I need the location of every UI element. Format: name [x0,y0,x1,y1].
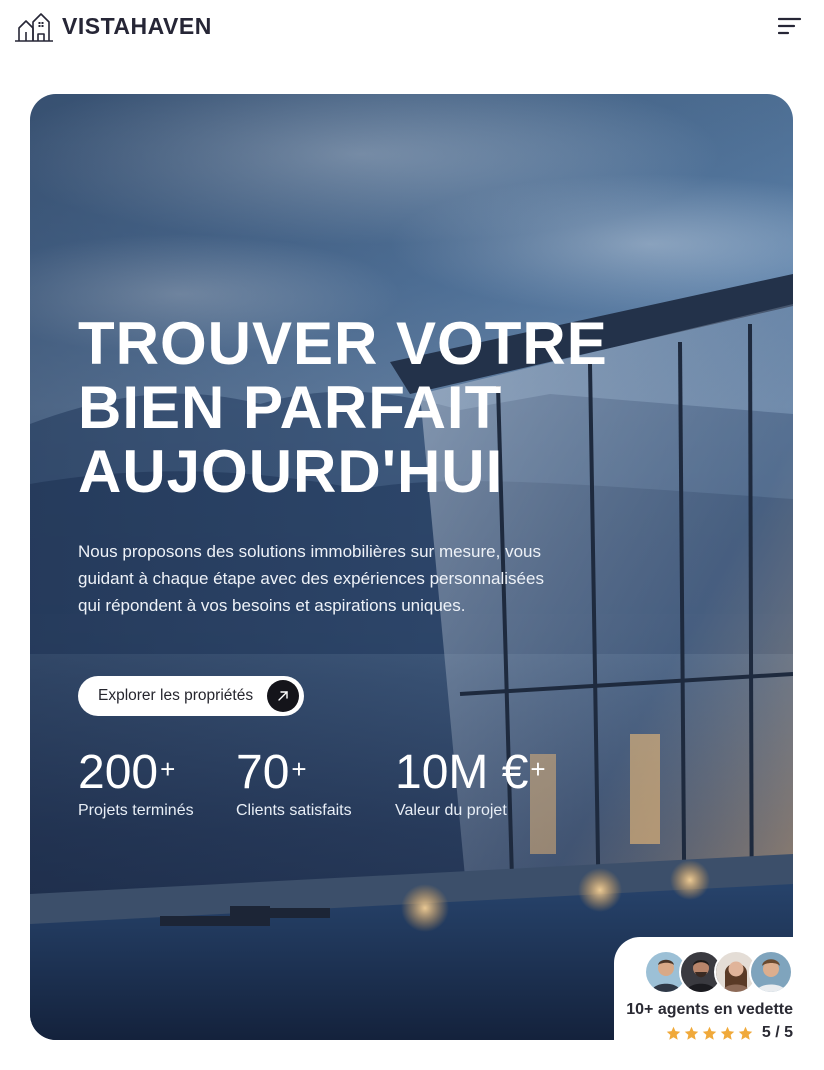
arrow-up-right-icon [267,680,299,712]
brand-name: VISTAHAVEN [62,12,212,39]
stat-project-value: 10M €+ Valeur du projet [395,746,546,820]
hero-description: Nous proposons des solutions immobilière… [78,542,544,615]
stat-label: Clients satisfaits [236,802,352,819]
star-icon [684,1026,699,1040]
stat-number: 200 [78,746,159,799]
hero-title-line: AUJOURD'HUI [78,438,504,505]
stat-value: 70+ [236,746,352,800]
featured-agents-label: 10+ agents en vedette [626,1001,793,1018]
star-icon [666,1026,681,1040]
hero-title-line: TROUVER VOTRE [78,310,608,377]
stat-value: 10M €+ [395,746,546,800]
star-icon [738,1026,753,1040]
stat-value: 200+ [78,746,194,800]
menu-icon [777,17,802,35]
star-icon [702,1026,717,1040]
stat-number: 70 [236,746,290,799]
house-logo-icon [15,13,53,42]
agents-rating: 5 / 5 [600,1022,793,1044]
agent-avatars[interactable] [644,950,794,994]
site-header: VISTAHAVEN [0,0,824,56]
hero-section: TROUVER VOTRE BIEN PARFAIT AUJOURD'HUI N… [30,94,793,1040]
stat-suffix: + [291,754,307,784]
stat-label: Projets terminés [78,802,194,819]
stat-number: 10M € [395,746,529,799]
menu-button[interactable] [777,16,802,36]
explore-properties-label: Explorer les propriétés [98,687,254,704]
brand-logo[interactable]: VISTAHAVEN [14,10,212,42]
avatar [749,950,793,994]
stat-suffix: + [160,754,176,784]
stat-label: Valeur du projet [395,802,507,819]
star-icon [720,1026,735,1040]
hero-title: TROUVER VOTRE BIEN PARFAIT AUJOURD'HUI [78,312,608,504]
rating-value: 5 / 5 [761,1024,793,1041]
stat-suffix: + [530,754,546,784]
stat-projects: 200+ Projets terminés [78,746,194,820]
hero-title-line: BIEN PARFAIT [78,374,503,441]
explore-properties-button[interactable]: Explorer les propriétés [78,676,304,716]
stat-clients: 70+ Clients satisfaits [236,746,352,820]
